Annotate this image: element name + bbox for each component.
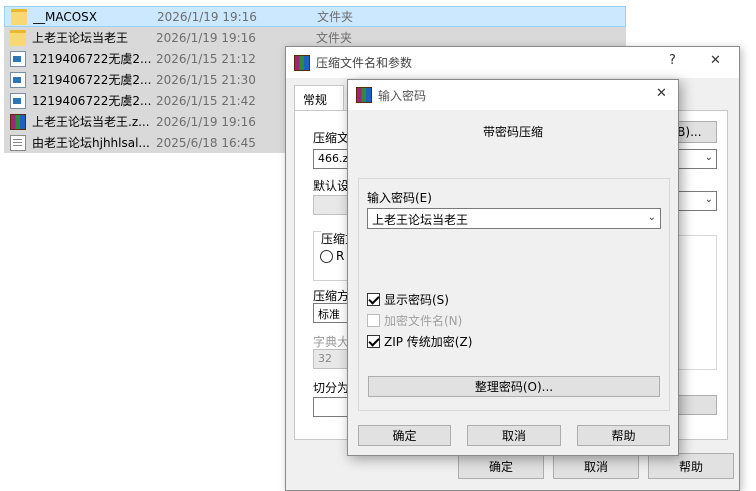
document-icon (10, 92, 26, 109)
file-type: 文件夹 (316, 31, 353, 45)
document-icon (10, 50, 26, 67)
title-bar[interactable]: 输入密码 ✕ (348, 80, 678, 110)
checkbox-checked-icon (367, 335, 380, 348)
password-group: 输入密码(E) 上老王论坛当老王 ⌄ 显示密码(S) 加密文件名(N) ZIP … (358, 178, 670, 411)
back-help-button[interactable]: 帮助 (648, 453, 734, 479)
password-dialog: 输入密码 ✕ 带密码压缩 输入密码(E) 上老王论坛当老王 ⌄ 显示密码(S) … (347, 79, 679, 456)
dialog-title: 压缩文件名和参数 (316, 56, 413, 70)
file-date: 2026/1/19 19:16 (157, 9, 257, 24)
show-password-label: 显示密码(S) (384, 293, 449, 307)
show-password-checkbox[interactable]: 显示密码(S) (367, 291, 449, 308)
zip-legacy-encryption-label: ZIP 传统加密(Z) (384, 335, 473, 349)
chevron-down-icon: ⌄ (704, 194, 713, 205)
file-date: 2026/1/15 21:12 (156, 51, 256, 66)
back-cancel-button[interactable]: 取消 (553, 453, 639, 479)
zip-legacy-encryption-checkbox[interactable]: ZIP 传统加密(Z) (367, 333, 472, 350)
folder-icon (11, 8, 27, 25)
dialog-heading: 带密码压缩 (482, 125, 543, 139)
archive-name-label: 压缩文 (313, 131, 350, 145)
close-icon[interactable]: ✕ (656, 86, 667, 101)
help-icon[interactable]: ? (669, 53, 676, 68)
help-button[interactable]: 帮助 (577, 425, 670, 446)
file-date: 2026/1/15 21:30 (156, 72, 256, 87)
file-name: 1219406722无虞2... (32, 73, 152, 87)
encrypt-filenames-checkbox[interactable]: 加密文件名(N) (367, 312, 462, 329)
title-bar[interactable]: 压缩文件名和参数 ? ✕ (286, 47, 739, 78)
split-volumes-label: 切分为 (313, 381, 350, 395)
chevron-down-icon: ⌄ (704, 152, 713, 163)
file-date: 2026/1/15 21:42 (156, 93, 256, 108)
file-row[interactable]: 上老王论坛当老王 2026/1/19 19:16 文件夹 (4, 27, 626, 48)
file-date: 2026/1/19 19:16 (156, 30, 256, 45)
password-input[interactable]: 上老王论坛当老王 ⌄ (367, 208, 661, 229)
winrar-icon (294, 54, 310, 71)
organize-passwords-button[interactable]: 整理密码(O)... (368, 376, 660, 397)
winrar-icon (356, 87, 372, 103)
archive-icon (10, 113, 26, 130)
close-icon[interactable]: ✕ (710, 53, 721, 68)
document-icon (10, 71, 26, 88)
password-value: 上老王论坛当老王 (372, 213, 469, 227)
file-row[interactable]: __MACOSX 2026/1/19 19:16 文件夹 (4, 6, 626, 27)
file-date: 2025/6/18 16:45 (156, 135, 256, 150)
dialog-title: 输入密码 (378, 88, 427, 103)
file-type: 文件夹 (317, 10, 354, 24)
tab-general[interactable]: 常规 (294, 85, 344, 111)
file-name: 1219406722无虞2... (32, 52, 152, 66)
format-option: R (336, 249, 345, 263)
checkbox-unchecked-icon (367, 314, 380, 327)
back-ok-button[interactable]: 确定 (458, 453, 544, 479)
file-name: 上老王论坛当老王.z... (32, 115, 150, 129)
chevron-down-icon: ⌄ (647, 212, 656, 223)
encrypt-filenames-label: 加密文件名(N) (384, 314, 463, 328)
file-name: 上老王论坛当老王 (32, 31, 129, 45)
file-date: 2026/1/19 19:16 (156, 114, 256, 129)
dictionary-size-label: 字典大 (313, 335, 350, 349)
password-label: 输入密码(E) (367, 191, 432, 205)
default-profile-label: 默认设 (313, 179, 350, 193)
ok-button[interactable]: 确定 (358, 425, 451, 446)
format-radio[interactable] (320, 250, 333, 263)
file-name: 由老王论坛hjhhlsal... (32, 136, 150, 150)
file-name: __MACOSX (33, 9, 98, 24)
text-file-icon (10, 134, 26, 151)
file-name: 1219406722无虞2... (32, 94, 152, 108)
compression-method-label: 压缩方 (313, 289, 350, 303)
checkbox-checked-icon (367, 293, 380, 306)
cancel-button[interactable]: 取消 (467, 425, 561, 446)
folder-icon (10, 29, 26, 46)
